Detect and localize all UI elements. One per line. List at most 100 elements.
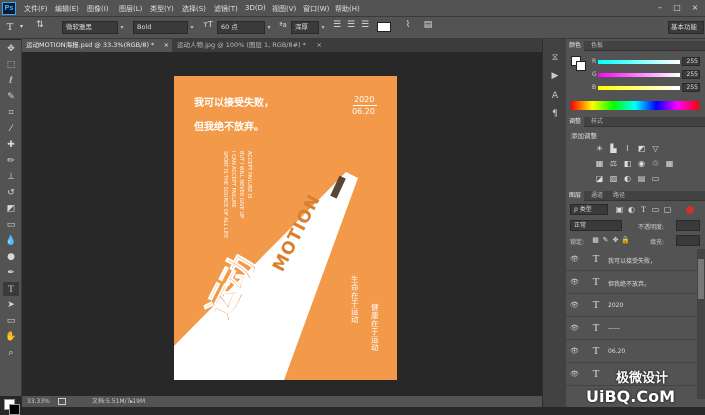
posterize-icon[interactable]: ▨ [608,173,619,184]
text-color-swatch[interactable] [377,22,391,32]
layer-row[interactable]: 👁 T 但我绝不放弃。 [566,272,697,294]
text-orientation-icon[interactable]: ⇅ [33,20,47,30]
warp-text-icon[interactable]: ⌇ [402,20,414,30]
blue-value[interactable]: 255 [682,83,700,92]
menu-filter[interactable]: 滤镜(T) [214,4,238,14]
workspace-select[interactable]: 基本功能 [668,21,704,34]
eye-icon[interactable]: 👁 [570,278,579,286]
hand-tool-icon[interactable]: ✋ [3,330,19,344]
bg-color-preview[interactable] [576,61,586,71]
zoom-tool-icon[interactable]: ⌕ [3,346,19,360]
canvas-area[interactable]: 我可以接受失败， 但我绝不放弃。 2020 06.20 ACCEPT FAILU… [22,52,542,396]
tab-swatches[interactable]: 色板 [588,41,606,51]
font-size-select[interactable]: 60 点 [217,21,265,34]
healing-tool-icon[interactable]: ✚ [3,138,19,152]
history-brush-tool-icon[interactable]: ↺ [3,186,19,200]
blue-slider[interactable] [598,86,680,90]
brightness-icon[interactable]: ☀ [594,143,605,154]
menu-file[interactable]: 文件(F) [24,4,48,14]
filter-toggle[interactable] [686,206,694,214]
red-slider[interactable] [598,60,680,64]
eye-icon[interactable]: 👁 [570,255,579,263]
chevron-right-icon[interactable]: ▸ [130,396,133,407]
tab-color[interactable]: 颜色 [566,41,585,51]
tab-adjustments[interactable]: 调整 [566,117,585,127]
smart-filter-icon[interactable]: ▢ [662,204,673,215]
type-tool-icon[interactable]: T [4,21,16,33]
menu-window[interactable]: 窗口(W) [303,4,329,14]
chevron-down-icon[interactable]: ▾ [318,21,328,34]
tab-channels[interactable]: 通道 [588,191,606,201]
opacity-field[interactable] [676,220,700,231]
layer-filter-select[interactable]: ρ 类型 [570,204,608,215]
menu-type[interactable]: 类型(Y) [150,4,174,14]
antialias-select[interactable]: 浑厚 [291,21,319,34]
layer-row[interactable]: 👁 T 2020 [566,295,697,317]
character-panel-icon[interactable]: ▤ [422,20,434,30]
tab-figure-jpg[interactable]: 运动人物.jpg @ 100% (图层 1, RGB/8#) * × [173,39,325,52]
minimize-button[interactable]: – [652,2,668,14]
tab-layers[interactable]: 图层 [566,191,585,201]
poster-artboard[interactable]: 我可以接受失败， 但我绝不放弃。 2020 06.20 ACCEPT FAILU… [174,76,397,380]
stamp-tool-icon[interactable]: ⊥ [3,170,19,184]
close-button[interactable]: × [687,2,703,14]
levels-icon[interactable]: ▙ [608,143,619,154]
vibrance-icon[interactable]: ▽ [650,143,661,154]
channel-mixer-icon[interactable]: ♲ [650,158,661,169]
scroll-thumb[interactable] [698,259,704,299]
type-tool-icon[interactable]: T [3,282,19,296]
curves-icon[interactable]: ⌇ [622,143,633,154]
marquee-tool-icon[interactable]: ⬚ [3,58,19,72]
align-center-icon[interactable]: ☰ [345,20,357,30]
color-ramp[interactable] [571,101,699,110]
menu-image[interactable]: 图像(I) [87,4,109,14]
chevron-down-icon[interactable]: ▾ [20,23,23,30]
exposure-icon[interactable]: ◩ [636,143,647,154]
close-icon[interactable]: × [164,39,169,52]
brush-tool-icon[interactable]: ✏ [3,154,19,168]
red-value[interactable]: 255 [682,57,700,66]
type-filter-icon[interactable]: T [638,204,649,215]
green-value[interactable]: 255 [682,70,700,79]
history-icon[interactable]: ⧖ [547,51,563,65]
font-family-select[interactable]: 微软雅黑 [62,21,118,34]
menu-edit[interactable]: 编辑(E) [55,4,79,14]
align-right-icon[interactable]: ☰ [359,20,371,30]
gradient-tool-icon[interactable]: ▭ [3,218,19,232]
tab-styles[interactable]: 样式 [588,117,606,127]
crop-tool-icon[interactable]: ⌗ [3,106,19,120]
fill-field[interactable] [676,235,700,246]
lasso-tool-icon[interactable]: ℓ [3,74,19,88]
pen-tool-icon[interactable]: ✒ [3,266,19,280]
zoom-level[interactable]: 33.33% [27,396,50,407]
blend-mode-select[interactable]: 正常 [570,220,622,231]
menu-view[interactable]: 视图(V) [272,4,296,14]
layer-row[interactable]: 👁 T 06.20 [566,341,697,363]
blur-tool-icon[interactable]: 💧 [3,234,19,248]
eye-icon[interactable]: 👁 [570,324,579,332]
close-icon[interactable]: × [317,39,322,52]
hue-icon[interactable]: ▦ [594,158,605,169]
eye-icon[interactable]: 👁 [570,301,579,309]
paragraph-icon[interactable]: ¶ [547,107,563,121]
layer-row[interactable]: 👁 T 我可以接受失败， [566,249,697,271]
eraser-tool-icon[interactable]: ◩ [3,202,19,216]
tab-poster-psd[interactable]: 运动MOTION海报.psd @ 33.3%(RGB/8) * × [22,39,172,52]
actions-icon[interactable]: ▶ [547,69,563,83]
shape-filter-icon[interactable]: ▭ [650,204,661,215]
pixel-filter-icon[interactable]: ▣ [614,204,625,215]
lookup-icon[interactable]: ▦ [664,158,675,169]
invert-icon[interactable]: ◪ [594,173,605,184]
menu-layer[interactable]: 图层(L) [119,4,142,14]
dodge-tool-icon[interactable]: ● [3,250,19,264]
font-style-select[interactable]: Bold [133,21,188,34]
green-slider[interactable] [598,73,680,77]
menu-3d[interactable]: 3D(D) [245,4,266,12]
chevron-down-icon[interactable]: ▾ [187,21,197,34]
menu-select[interactable]: 选择(S) [182,4,206,14]
chevron-down-icon[interactable]: ▾ [117,21,127,34]
selective-color-icon[interactable]: ▤ [636,173,647,184]
quick-select-tool-icon[interactable]: ✎ [3,90,19,104]
balance-icon[interactable]: ⚖ [608,158,619,169]
menu-help[interactable]: 帮助(H) [335,4,360,14]
